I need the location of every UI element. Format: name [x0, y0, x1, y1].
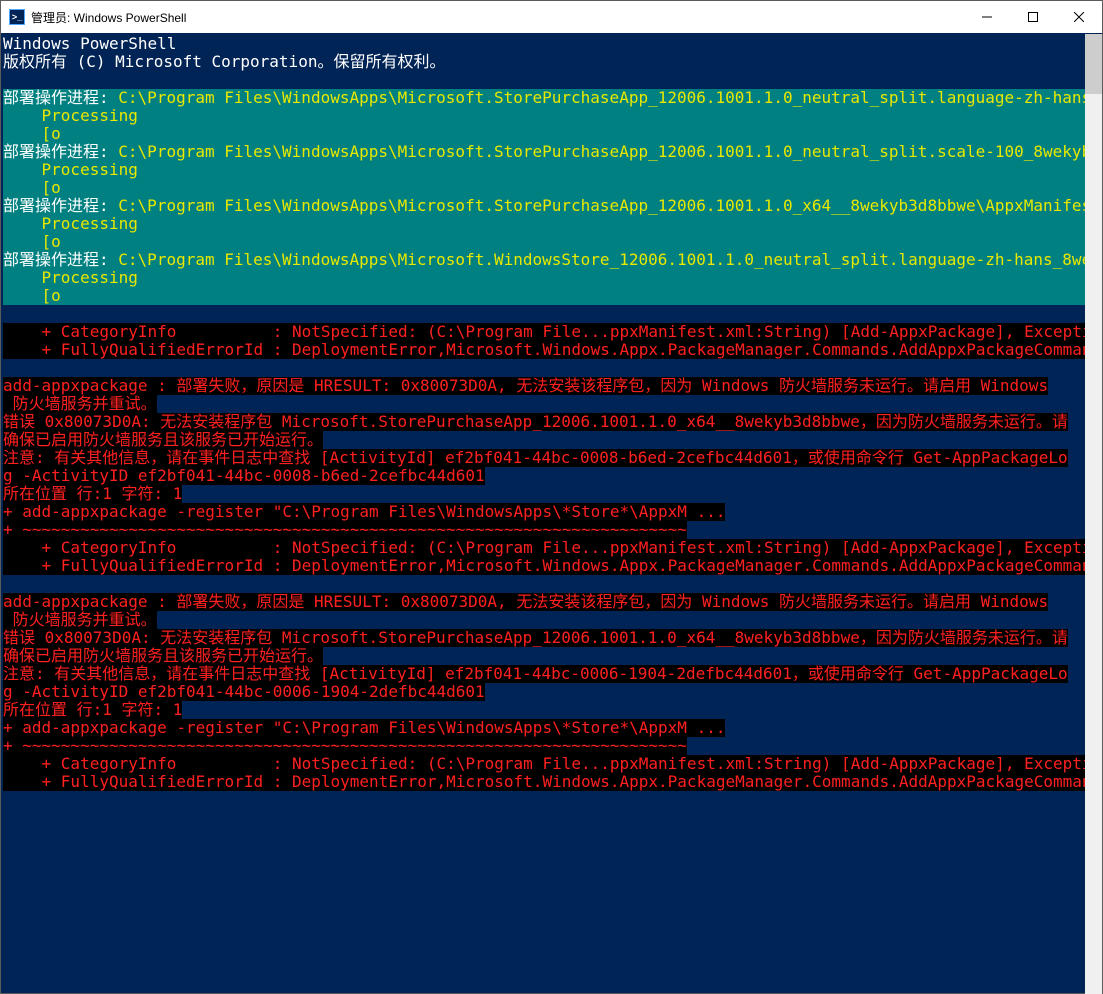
progress-status: Processing — [3, 107, 138, 125]
progress-path: C:\Program Files\WindowsApps\Microsoft.W… — [118, 251, 1102, 269]
error-id: + FullyQualifiedErrorId : DeploymentErro… — [3, 557, 1101, 575]
error-text: + add-appxpackage -register "C:\Program … — [3, 719, 725, 737]
error-text: g -ActivityID ef2bf041-44bc-0006-1904-2d… — [3, 683, 485, 701]
error-category: + CategoryInfo : NotSpecified: (C:\Progr… — [3, 539, 1102, 557]
error-text: 注意: 有关其他信息，请在事件日志中查找 [ActivityId] ef2bf0… — [3, 449, 1068, 467]
error-text: add-appxpackage : 部署失败，原因是 HRESULT: 0x80… — [3, 593, 1048, 611]
window-title: 管理员: Windows PowerShell — [31, 9, 186, 26]
terminal-area[interactable]: Windows PowerShell 版权所有 (C) Microsoft Co… — [1, 33, 1102, 993]
minimize-button[interactable] — [964, 1, 1010, 33]
progress-block: 部署操作进程: C:\Program Files\WindowsApps\Mic… — [3, 89, 1102, 305]
titlebar[interactable]: >_ 管理员: Windows PowerShell — [1, 1, 1102, 33]
progress-path: C:\Program Files\WindowsApps\Microsoft.S… — [118, 197, 1102, 215]
error-category: + CategoryInfo : NotSpecified: (C:\Progr… — [3, 323, 1102, 341]
progress-label: 部署操作进程: — [3, 143, 118, 161]
progress-status: Processing — [3, 215, 138, 233]
error-text: 确保已启用防火墙服务且该服务已开始运行。 — [3, 431, 323, 449]
error-id: + FullyQualifiedErrorId : DeploymentErro… — [3, 341, 1101, 359]
progress-path: C:\Program Files\WindowsApps\Microsoft.S… — [118, 143, 1102, 161]
error-text: 防火墙服务并重试。 — [3, 395, 157, 413]
progress-path: C:\Program Files\WindowsApps\Microsoft.S… — [118, 89, 1102, 107]
progress-bar: [o ] — [3, 233, 1102, 251]
error-text: 确保已启用防火墙服务且该服务已开始运行。 — [3, 647, 323, 665]
header-line: Windows PowerShell — [3, 35, 1102, 53]
copyright-line: 版权所有 (C) Microsoft Corporation。保留所有权利。 — [3, 53, 1102, 71]
error-category: + CategoryInfo : NotSpecified: (C:\Progr… — [3, 755, 1102, 773]
error-text: g -ActivityID ef2bf041-44bc-0008-b6ed-2c… — [3, 467, 485, 485]
progress-bar: [o ] — [3, 179, 1102, 197]
error-text: + ~~~~~~~~~~~~~~~~~~~~~~~~~~~~~~~~~~~~~~… — [3, 737, 687, 755]
maximize-button[interactable] — [1010, 1, 1056, 33]
powershell-window: >_ 管理员: Windows PowerShell Windows Power… — [0, 0, 1103, 994]
progress-label: 部署操作进程: — [3, 251, 118, 269]
progress-status: Processing — [3, 269, 138, 287]
error-text: + add-appxpackage -register "C:\Program … — [3, 503, 725, 521]
error-id: + FullyQualifiedErrorId : DeploymentErro… — [3, 773, 1101, 791]
scrollbar-thumb[interactable] — [1085, 34, 1102, 94]
scrollbar-track[interactable] — [1085, 34, 1102, 994]
error-text: add-appxpackage : 部署失败，原因是 HRESULT: 0x80… — [3, 377, 1048, 395]
error-text: + ~~~~~~~~~~~~~~~~~~~~~~~~~~~~~~~~~~~~~~… — [3, 521, 687, 539]
error-text: 错误 0x80073D0A: 无法安装程序包 Microsoft.StorePu… — [3, 413, 1068, 431]
progress-status: Processing — [3, 161, 138, 179]
error-text: 所在位置 行:1 字符: 1 — [3, 485, 182, 503]
error-text: 错误 0x80073D0A: 无法安装程序包 Microsoft.StorePu… — [3, 629, 1068, 647]
close-button[interactable] — [1056, 1, 1102, 33]
powershell-icon: >_ — [9, 9, 25, 25]
progress-label: 部署操作进程: — [3, 197, 118, 215]
progress-bar: [o ] — [3, 125, 1102, 143]
error-text: 所在位置 行:1 字符: 1 — [3, 701, 182, 719]
error-text: 防火墙服务并重试。 — [3, 611, 157, 629]
progress-bar: [o ] — [3, 287, 1102, 305]
progress-label: 部署操作进程: — [3, 89, 118, 107]
error-text: 注意: 有关其他信息，请在事件日志中查找 [ActivityId] ef2bf0… — [3, 665, 1068, 683]
